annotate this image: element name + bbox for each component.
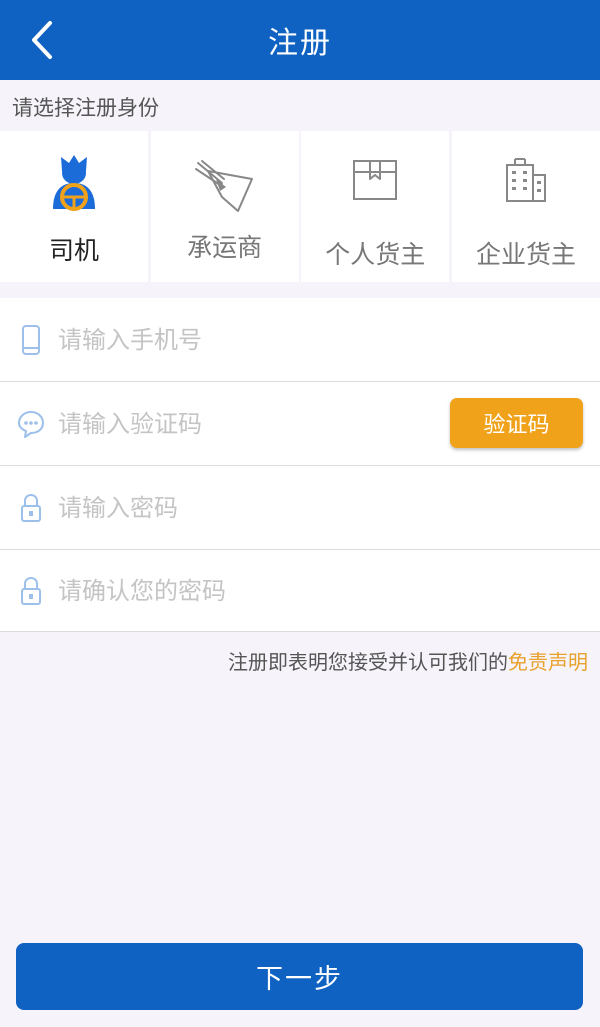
- phone-input[interactable]: [58, 318, 428, 362]
- phone-row: [0, 298, 600, 382]
- password-row: [0, 466, 600, 550]
- chevron-left-icon: [32, 21, 52, 59]
- package-icon: [353, 160, 398, 200]
- phone-icon: [22, 325, 40, 355]
- role-label: 个人货主: [325, 240, 426, 269]
- agreement-text: 注册即表明您接受并认可我们的免责声明: [228, 646, 588, 675]
- lock-icon: [21, 576, 41, 605]
- role-carrier[interactable]: 承运商: [150, 131, 299, 282]
- role-individual-shipper[interactable]: 个人货主: [301, 131, 450, 282]
- carrier-icon: [194, 160, 253, 212]
- role-enterprise-shipper[interactable]: 企业货主: [451, 131, 600, 282]
- next-step-button[interactable]: 下一步: [16, 943, 583, 1010]
- role-driver[interactable]: 司机: [0, 131, 148, 282]
- lock-icon: [21, 493, 41, 522]
- role-selector: 司机 承运商 个人货主 企业货主: [0, 131, 600, 282]
- role-label: 承运商: [187, 233, 263, 262]
- registration-form: 验证码: [0, 298, 600, 632]
- app-header: 注册: [0, 0, 600, 80]
- disclaimer-link[interactable]: 免责声明: [508, 650, 588, 674]
- role-label: 企业货主: [475, 240, 576, 269]
- agreement-label: 注册即表明您接受并认可我们的: [228, 650, 508, 674]
- password-input[interactable]: [58, 486, 428, 530]
- driver-icon: [53, 155, 95, 211]
- chat-icon: [18, 411, 44, 438]
- building-icon: [505, 158, 546, 202]
- page-title: 注册: [268, 26, 332, 61]
- verification-code-input[interactable]: [58, 402, 428, 446]
- get-code-button[interactable]: 验证码: [450, 398, 583, 448]
- confirm-password-input[interactable]: [58, 569, 428, 613]
- role-label: 司机: [48, 236, 99, 265]
- role-section-label: 请选择注册身份: [12, 96, 159, 120]
- back-button[interactable]: [18, 14, 66, 66]
- confirm-password-row: [0, 549, 600, 632]
